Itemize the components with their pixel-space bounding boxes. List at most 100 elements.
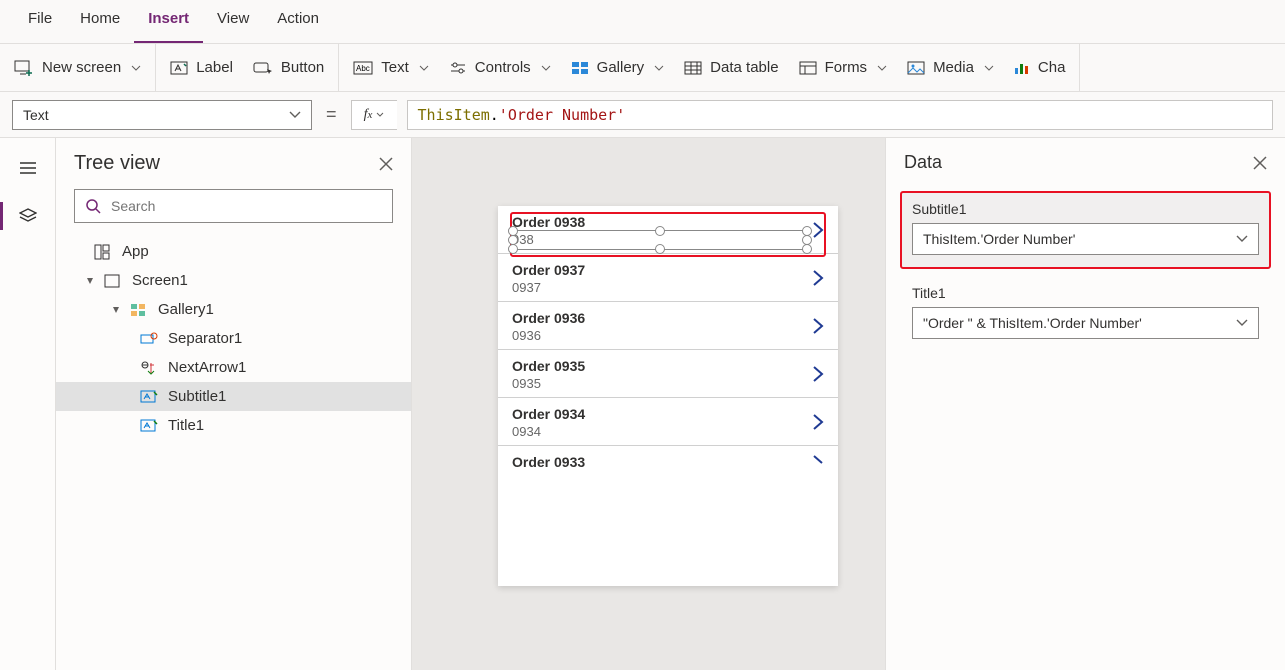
controls-dropdown[interactable]: Controls bbox=[449, 59, 551, 76]
tree-search-input[interactable] bbox=[109, 197, 382, 215]
resize-handle[interactable] bbox=[655, 226, 665, 236]
subtitle-selection[interactable] bbox=[512, 230, 808, 250]
menu-bar: File Home Insert View Action bbox=[0, 0, 1285, 44]
row-subtitle: 0937 bbox=[512, 280, 824, 295]
gallery-label: Gallery bbox=[597, 59, 645, 76]
gallery-row[interactable]: Order 0935 0935 bbox=[498, 350, 838, 398]
row-title: Order 0937 bbox=[512, 262, 824, 278]
fx-button[interactable]: fx bbox=[351, 100, 397, 130]
menu-view[interactable]: View bbox=[203, 0, 263, 43]
row-title: Order 0935 bbox=[512, 358, 824, 374]
formula-token-ident: ThisItem bbox=[418, 106, 490, 124]
hamburger-button[interactable] bbox=[8, 150, 48, 186]
button-icon bbox=[253, 60, 273, 76]
nextarrow-icon bbox=[140, 361, 160, 375]
tree-title: Tree view bbox=[74, 152, 160, 175]
chevron-down-icon bbox=[1236, 319, 1248, 327]
media-dropdown[interactable]: Media bbox=[907, 59, 994, 76]
gallery-icon bbox=[571, 61, 589, 75]
chevron-down-icon bbox=[541, 65, 551, 71]
chart-dropdown[interactable]: Cha bbox=[1014, 59, 1066, 76]
expand-icon bbox=[84, 277, 96, 285]
tree-node-label: Gallery1 bbox=[158, 301, 214, 318]
media-label: Media bbox=[933, 59, 974, 76]
menu-file[interactable]: File bbox=[14, 0, 66, 43]
label-button-label: Label bbox=[196, 59, 233, 76]
gallery-row[interactable]: Order 0937 0937 bbox=[498, 254, 838, 302]
text-icon: Abc bbox=[353, 61, 373, 75]
chevron-down-icon bbox=[654, 65, 664, 71]
gallery-tree-icon bbox=[130, 303, 150, 317]
field-label: Subtitle1 bbox=[912, 201, 1259, 217]
gallery-row[interactable]: Order 09360936 bbox=[498, 302, 838, 350]
resize-handle[interactable] bbox=[655, 244, 665, 254]
menu-action[interactable]: Action bbox=[263, 0, 333, 43]
tree-node-label: Subtitle1 bbox=[168, 388, 226, 405]
tree-node-label: NextArrow1 bbox=[168, 359, 246, 376]
subtitle-binding-dropdown[interactable]: ThisItem.'Order Number' bbox=[912, 223, 1259, 255]
resize-handle[interactable] bbox=[508, 226, 518, 236]
chevron-right-icon bbox=[812, 269, 824, 287]
chevron-down-icon bbox=[1236, 235, 1248, 243]
search-icon bbox=[85, 198, 101, 214]
screen-icon bbox=[104, 274, 124, 288]
table-icon bbox=[684, 61, 702, 75]
tree-node-screen[interactable]: Screen1 bbox=[56, 266, 411, 295]
forms-icon bbox=[799, 61, 817, 75]
property-value: Text bbox=[23, 107, 49, 123]
equals-sign: = bbox=[322, 104, 341, 125]
tree-node-nextarrow[interactable]: NextArrow1 bbox=[56, 353, 411, 382]
app-icon bbox=[94, 244, 114, 260]
button-button-label: Button bbox=[281, 59, 324, 76]
screen-plus-icon bbox=[14, 60, 34, 76]
properties-panel: Data Subtitle1 ThisItem.'Order Number' T… bbox=[885, 138, 1285, 670]
chart-label: Cha bbox=[1038, 59, 1066, 76]
menu-home[interactable]: Home bbox=[66, 0, 134, 43]
tree-node-title[interactable]: Title1 bbox=[56, 411, 411, 440]
button-button[interactable]: Button bbox=[253, 59, 324, 76]
tree-node-label: Screen1 bbox=[132, 272, 188, 289]
gallery-row[interactable]: Order 09340934 bbox=[498, 398, 838, 446]
chevron-right-icon bbox=[812, 413, 824, 431]
forms-label: Forms bbox=[825, 59, 868, 76]
formula-input[interactable]: ThisItem.'Order Number' bbox=[407, 100, 1273, 130]
label-button[interactable]: Label bbox=[170, 59, 233, 76]
chevron-right-icon bbox=[812, 221, 824, 239]
chevron-right-icon bbox=[812, 317, 824, 335]
menu-insert[interactable]: Insert bbox=[134, 0, 203, 43]
gallery-row[interactable]: Order 0933 bbox=[498, 446, 838, 476]
tree-node-separator[interactable]: Separator1 bbox=[56, 324, 411, 353]
new-screen-button[interactable]: New screen bbox=[14, 59, 141, 76]
chevron-down-icon bbox=[984, 65, 994, 71]
text-dropdown[interactable]: Abc Text bbox=[353, 59, 429, 76]
design-canvas[interactable]: Order 0938938Order 09370937Order 0936093… bbox=[412, 138, 885, 670]
row-subtitle: 0935 bbox=[512, 376, 824, 391]
chart-icon bbox=[1014, 61, 1030, 75]
svg-text:Abc: Abc bbox=[356, 64, 370, 73]
hamburger-icon bbox=[19, 161, 37, 175]
resize-handle[interactable] bbox=[802, 244, 812, 254]
label-icon bbox=[170, 60, 188, 76]
field-value: "Order " & ThisItem.'Order Number' bbox=[923, 315, 1142, 331]
label-tree-icon bbox=[140, 419, 160, 433]
app-preview: Order 0938938Order 09370937Order 0936093… bbox=[498, 206, 838, 586]
tree-view-rail-button[interactable] bbox=[8, 198, 48, 234]
title-binding-dropdown[interactable]: "Order " & ThisItem.'Order Number' bbox=[912, 307, 1259, 339]
forms-dropdown[interactable]: Forms bbox=[799, 59, 888, 76]
image-icon bbox=[907, 61, 925, 75]
tree-node-label: App bbox=[122, 243, 149, 260]
chevron-down-icon bbox=[289, 111, 301, 119]
data-table-button[interactable]: Data table bbox=[684, 59, 778, 76]
tree-node-subtitle[interactable]: Subtitle1 bbox=[56, 382, 411, 411]
close-tree-button[interactable] bbox=[379, 157, 393, 171]
tree-node-app[interactable]: App bbox=[56, 237, 411, 266]
row-title: Order 0933 bbox=[512, 454, 824, 470]
tree-search[interactable] bbox=[74, 189, 393, 223]
resize-handle[interactable] bbox=[802, 226, 812, 236]
formula-token-op: . bbox=[490, 106, 499, 124]
tree-node-gallery[interactable]: Gallery1 bbox=[56, 295, 411, 324]
property-selector[interactable]: Text bbox=[12, 100, 312, 130]
close-properties-button[interactable] bbox=[1253, 156, 1267, 170]
gallery-dropdown[interactable]: Gallery bbox=[571, 59, 665, 76]
resize-handle[interactable] bbox=[508, 244, 518, 254]
